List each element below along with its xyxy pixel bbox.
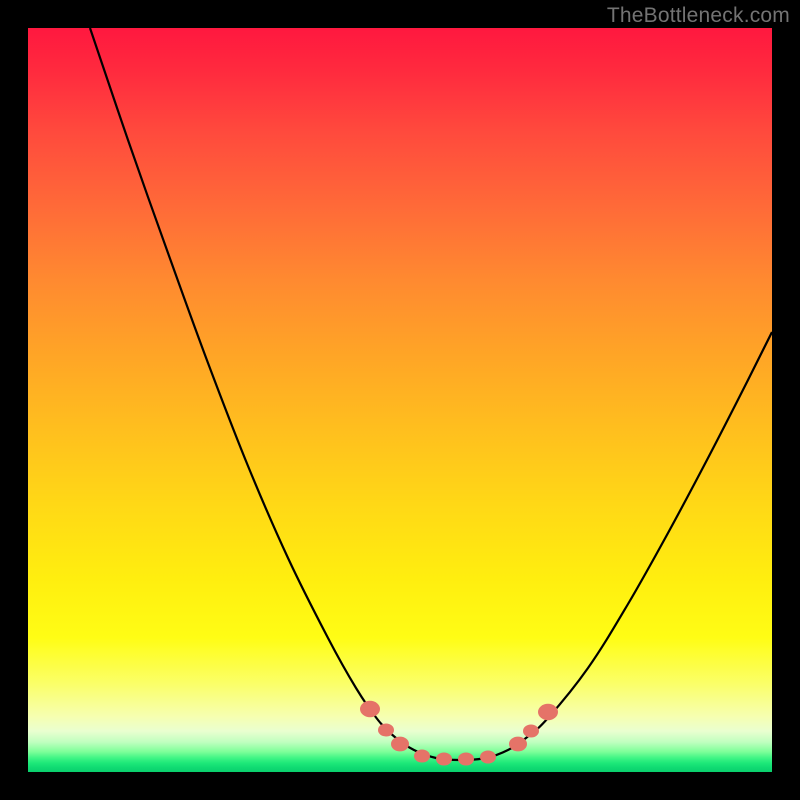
- curve-markers: [360, 701, 558, 766]
- curve-marker: [378, 723, 394, 736]
- bottleneck-curve: [90, 28, 772, 760]
- curve-marker: [523, 724, 539, 737]
- curve-marker: [391, 737, 409, 752]
- curve-marker: [458, 752, 474, 765]
- curve-layer: [28, 28, 772, 772]
- curve-marker: [480, 750, 496, 763]
- curve-marker: [436, 752, 452, 765]
- curve-marker: [414, 749, 430, 762]
- curve-marker: [509, 737, 527, 752]
- curve-marker: [538, 704, 558, 720]
- curve-marker: [360, 701, 380, 717]
- watermark-label: TheBottleneck.com: [607, 4, 790, 28]
- plot-area: [28, 28, 772, 772]
- chart-frame: TheBottleneck.com: [0, 0, 800, 800]
